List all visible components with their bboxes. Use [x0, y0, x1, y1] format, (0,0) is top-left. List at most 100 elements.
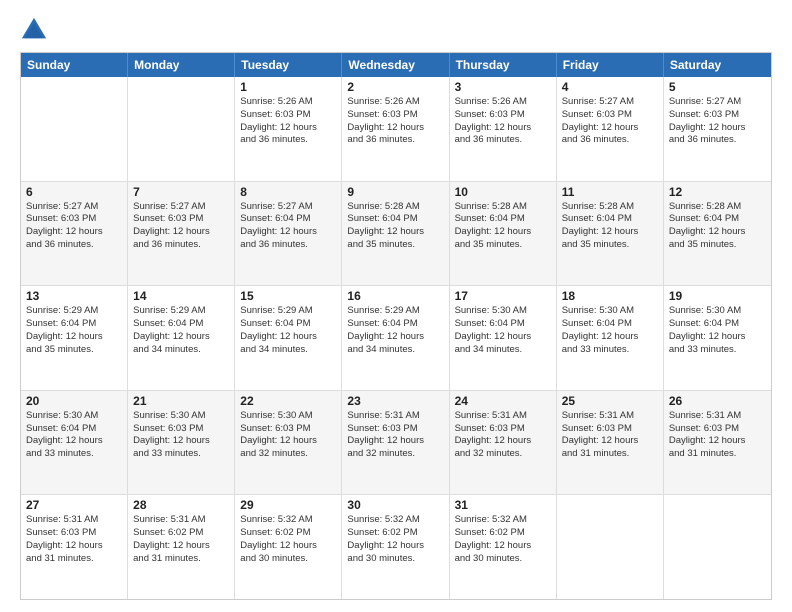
calendar-row: 27 Sunrise: 5:31 AM Sunset: 6:03 PM Dayli… [21, 495, 771, 599]
calendar-cell: 27 Sunrise: 5:31 AM Sunset: 6:03 PM Dayli… [21, 495, 128, 599]
calendar-cell: 8Sunrise: 5:27 AM Sunset: 6:04 PM Daylig… [235, 182, 342, 286]
day-number: 9 [347, 185, 443, 199]
calendar-cell: 5Sunrise: 5:27 AM Sunset: 6:03 PM Daylig… [664, 77, 771, 181]
calendar-cell: 24 Sunrise: 5:31 AM Sunset: 6:03 PM Dayli… [450, 391, 557, 495]
cell-info: Sunrise: 5:31 AM Sunset: 6:02 PM Dayligh… [133, 514, 229, 565]
day-number: 27 [26, 498, 122, 512]
weekday-header: Sunday [21, 53, 128, 77]
calendar-cell: 28 Sunrise: 5:31 AM Sunset: 6:02 PM Dayli… [128, 495, 235, 599]
calendar-row: 13 Sunrise: 5:29 AM Sunset: 6:04 PM Dayli… [21, 286, 771, 391]
weekday-header: Friday [557, 53, 664, 77]
calendar-cell: 23Sunrise: 5:31 AM Sunset: 6:03 PM Dayli… [342, 391, 449, 495]
day-number: 14 [133, 289, 229, 303]
cell-info: Sunrise: 5:31 AM Sunset: 6:03 PM Dayligh… [455, 410, 551, 461]
cell-info: Sunrise: 5:29 AM Sunset: 6:04 PM Dayligh… [240, 305, 336, 356]
calendar-cell [664, 495, 771, 599]
day-number: 3 [455, 80, 551, 94]
cell-info: Sunrise: 5:29 AM Sunset: 6:04 PM Dayligh… [347, 305, 443, 356]
calendar-cell: 26Sunrise: 5:31 AM Sunset: 6:03 PM Dayli… [664, 391, 771, 495]
day-number: 1 [240, 80, 336, 94]
calendar-cell: 12 Sunrise: 5:28 AM Sunset: 6:04 PM Dayli… [664, 182, 771, 286]
calendar: SundayMondayTuesdayWednesdayThursdayFrid… [20, 52, 772, 600]
cell-info: Sunrise: 5:28 AM Sunset: 6:04 PM Dayligh… [347, 201, 443, 252]
calendar-cell: 10 Sunrise: 5:28 AM Sunset: 6:04 PM Dayli… [450, 182, 557, 286]
calendar-cell: 13Sunrise: 5:29 AM Sunset: 6:04 PM Dayli… [21, 286, 128, 390]
cell-info: Sunrise: 5:27 AM Sunset: 6:03 PM Dayligh… [26, 201, 122, 252]
cell-info: Sunrise: 5:29 AM Sunset: 6:04 PM Dayligh… [133, 305, 229, 356]
calendar-row: 1 Sunrise: 5:26 AM Sunset: 6:03 PM Daylig… [21, 77, 771, 182]
calendar-cell: 14 Sunrise: 5:29 AM Sunset: 6:04 PM Dayli… [128, 286, 235, 390]
calendar-cell [128, 77, 235, 181]
calendar-cell: 6 Sunrise: 5:27 AM Sunset: 6:03 PM Daylig… [21, 182, 128, 286]
cell-info: Sunrise: 5:28 AM Sunset: 6:04 PM Dayligh… [562, 201, 658, 252]
cell-info: Sunrise: 5:30 AM Sunset: 6:04 PM Dayligh… [455, 305, 551, 356]
day-number: 15 [240, 289, 336, 303]
day-number: 21 [133, 394, 229, 408]
cell-info: Sunrise: 5:26 AM Sunset: 6:03 PM Dayligh… [347, 96, 443, 147]
calendar-cell [557, 495, 664, 599]
logo [20, 16, 52, 44]
page: SundayMondayTuesdayWednesdayThursdayFrid… [0, 0, 792, 612]
day-number: 7 [133, 185, 229, 199]
day-number: 11 [562, 185, 658, 199]
day-number: 25 [562, 394, 658, 408]
weekday-header: Wednesday [342, 53, 449, 77]
cell-info: Sunrise: 5:26 AM Sunset: 6:03 PM Dayligh… [455, 96, 551, 147]
day-number: 13 [26, 289, 122, 303]
day-number: 4 [562, 80, 658, 94]
calendar-cell: 21 Sunrise: 5:30 AM Sunset: 6:03 PM Dayli… [128, 391, 235, 495]
day-number: 24 [455, 394, 551, 408]
cell-info: Sunrise: 5:26 AM Sunset: 6:03 PM Dayligh… [240, 96, 336, 147]
calendar-cell: 30 Sunrise: 5:32 AM Sunset: 6:02 PM Dayli… [342, 495, 449, 599]
day-number: 30 [347, 498, 443, 512]
day-number: 18 [562, 289, 658, 303]
calendar-row: 20 Sunrise: 5:30 AM Sunset: 6:04 PM Dayli… [21, 391, 771, 496]
calendar-cell: 3 Sunrise: 5:26 AM Sunset: 6:03 PM Daylig… [450, 77, 557, 181]
day-number: 20 [26, 394, 122, 408]
calendar-cell: 29Sunrise: 5:32 AM Sunset: 6:02 PM Dayli… [235, 495, 342, 599]
weekday-header: Saturday [664, 53, 771, 77]
day-number: 28 [133, 498, 229, 512]
calendar-cell [21, 77, 128, 181]
calendar-cell: 17 Sunrise: 5:30 AM Sunset: 6:04 PM Dayli… [450, 286, 557, 390]
day-number: 17 [455, 289, 551, 303]
calendar-cell: 20 Sunrise: 5:30 AM Sunset: 6:04 PM Dayli… [21, 391, 128, 495]
day-number: 10 [455, 185, 551, 199]
cell-info: Sunrise: 5:30 AM Sunset: 6:04 PM Dayligh… [669, 305, 766, 356]
cell-info: Sunrise: 5:27 AM Sunset: 6:04 PM Dayligh… [240, 201, 336, 252]
day-number: 31 [455, 498, 551, 512]
logo-icon [20, 16, 48, 44]
calendar-row: 6 Sunrise: 5:27 AM Sunset: 6:03 PM Daylig… [21, 182, 771, 287]
calendar-cell: 4 Sunrise: 5:27 AM Sunset: 6:03 PM Daylig… [557, 77, 664, 181]
calendar-cell: 1 Sunrise: 5:26 AM Sunset: 6:03 PM Daylig… [235, 77, 342, 181]
calendar-cell: 22Sunrise: 5:30 AM Sunset: 6:03 PM Dayli… [235, 391, 342, 495]
day-number: 12 [669, 185, 766, 199]
weekday-header: Thursday [450, 53, 557, 77]
cell-info: Sunrise: 5:30 AM Sunset: 6:03 PM Dayligh… [133, 410, 229, 461]
cell-info: Sunrise: 5:30 AM Sunset: 6:04 PM Dayligh… [26, 410, 122, 461]
weekday-header: Tuesday [235, 53, 342, 77]
calendar-cell: 11 Sunrise: 5:28 AM Sunset: 6:04 PM Dayli… [557, 182, 664, 286]
weekday-header: Monday [128, 53, 235, 77]
cell-info: Sunrise: 5:27 AM Sunset: 6:03 PM Dayligh… [133, 201, 229, 252]
calendar-cell: 31 Sunrise: 5:32 AM Sunset: 6:02 PM Dayli… [450, 495, 557, 599]
cell-info: Sunrise: 5:30 AM Sunset: 6:04 PM Dayligh… [562, 305, 658, 356]
day-number: 26 [669, 394, 766, 408]
cell-info: Sunrise: 5:32 AM Sunset: 6:02 PM Dayligh… [347, 514, 443, 565]
day-number: 16 [347, 289, 443, 303]
calendar-header: SundayMondayTuesdayWednesdayThursdayFrid… [21, 53, 771, 77]
cell-info: Sunrise: 5:27 AM Sunset: 6:03 PM Dayligh… [562, 96, 658, 147]
calendar-cell: 25Sunrise: 5:31 AM Sunset: 6:03 PM Dayli… [557, 391, 664, 495]
calendar-cell: 16 Sunrise: 5:29 AM Sunset: 6:04 PM Dayli… [342, 286, 449, 390]
cell-info: Sunrise: 5:32 AM Sunset: 6:02 PM Dayligh… [455, 514, 551, 565]
day-number: 6 [26, 185, 122, 199]
cell-info: Sunrise: 5:31 AM Sunset: 6:03 PM Dayligh… [26, 514, 122, 565]
calendar-cell: 18 Sunrise: 5:30 AM Sunset: 6:04 PM Dayli… [557, 286, 664, 390]
cell-info: Sunrise: 5:27 AM Sunset: 6:03 PM Dayligh… [669, 96, 766, 147]
cell-info: Sunrise: 5:30 AM Sunset: 6:03 PM Dayligh… [240, 410, 336, 461]
calendar-cell: 15 Sunrise: 5:29 AM Sunset: 6:04 PM Dayli… [235, 286, 342, 390]
day-number: 29 [240, 498, 336, 512]
calendar-cell: 2Sunrise: 5:26 AM Sunset: 6:03 PM Daylig… [342, 77, 449, 181]
cell-info: Sunrise: 5:28 AM Sunset: 6:04 PM Dayligh… [669, 201, 766, 252]
cell-info: Sunrise: 5:28 AM Sunset: 6:04 PM Dayligh… [455, 201, 551, 252]
